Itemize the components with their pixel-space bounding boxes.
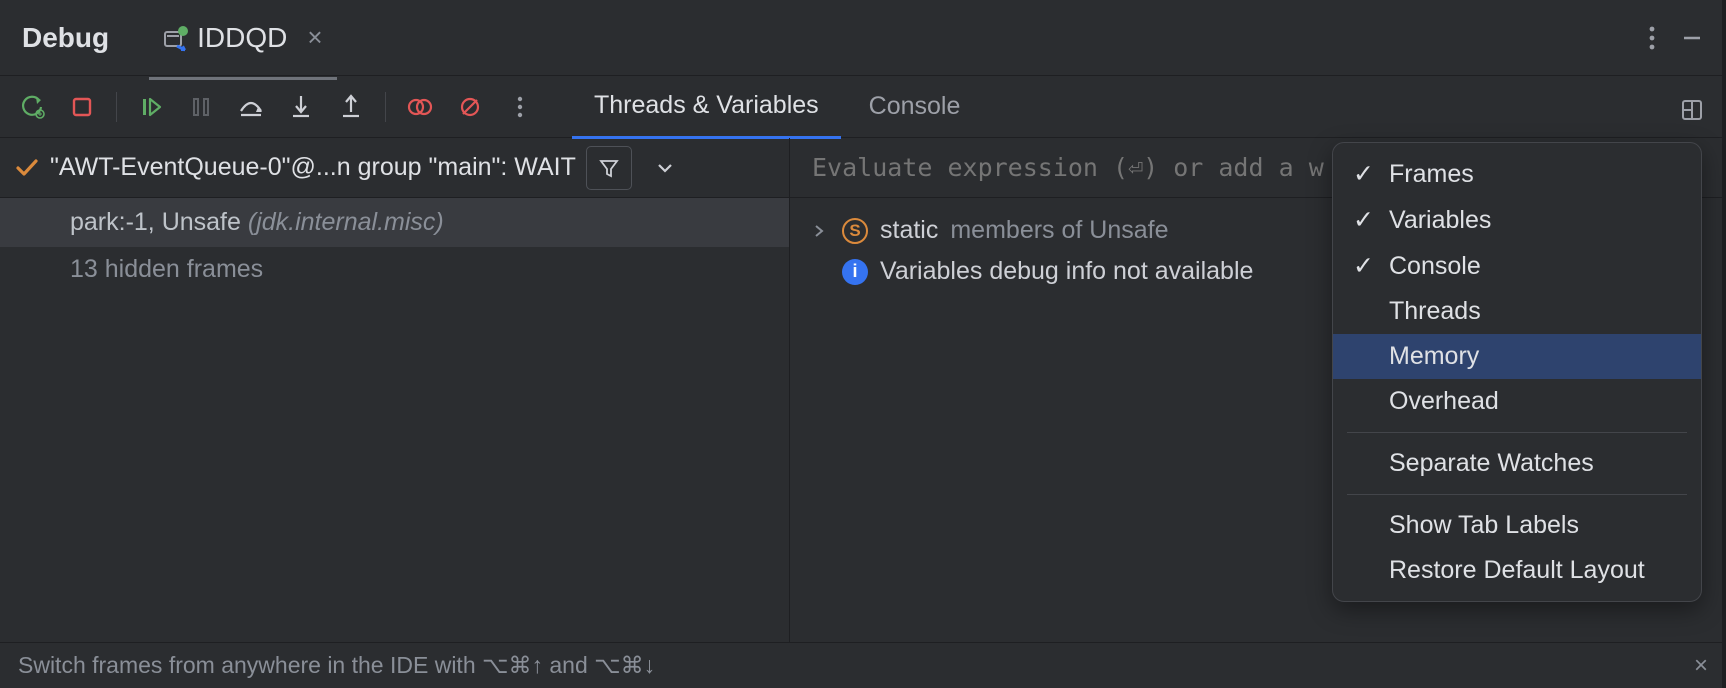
minimize-icon[interactable] bbox=[1670, 20, 1714, 56]
popup-label: Separate Watches bbox=[1389, 449, 1594, 478]
stop-button[interactable] bbox=[60, 85, 104, 129]
resume-button[interactable] bbox=[129, 85, 173, 129]
layout-popup: ✓ Frames ✓ Variables ✓ Console Threads M… bbox=[1332, 142, 1702, 602]
separator bbox=[116, 92, 117, 122]
thread-check-icon bbox=[14, 155, 40, 181]
frame-method: park:-1, Unsafe bbox=[70, 208, 241, 236]
popup-label: Restore Default Layout bbox=[1389, 556, 1645, 585]
popup-label: Variables bbox=[1389, 206, 1491, 235]
popup-item-separate-watches[interactable]: Separate Watches bbox=[1333, 441, 1701, 486]
tab-console[interactable]: Console bbox=[847, 76, 983, 137]
popup-item-restore-layout[interactable]: Restore Default Layout bbox=[1333, 548, 1701, 593]
run-config-tab[interactable]: IDDQD × bbox=[149, 14, 336, 62]
mute-breakpoints-button[interactable] bbox=[448, 85, 492, 129]
tool-window-header: Debug IDDQD × bbox=[0, 0, 1726, 76]
popup-item-frames[interactable]: ✓ Frames bbox=[1333, 151, 1701, 197]
chevron-down-icon[interactable] bbox=[642, 146, 688, 190]
info-text: Variables debug info not available bbox=[880, 257, 1253, 286]
info-badge-icon: i bbox=[842, 259, 868, 285]
frames-list[interactable]: park:-1, Unsafe (jdk.internal.misc) 13 h… bbox=[0, 198, 789, 642]
static-rest: members of Unsafe bbox=[950, 216, 1168, 245]
status-tip: Switch frames from anywhere in the IDE w… bbox=[18, 652, 655, 679]
popup-item-overhead[interactable]: Overhead bbox=[1333, 379, 1701, 424]
popup-label: Memory bbox=[1389, 342, 1479, 371]
static-label: static bbox=[880, 216, 938, 245]
step-over-button[interactable] bbox=[229, 85, 273, 129]
thread-selector[interactable]: "AWT-EventQueue-0"@...n group "main": WA… bbox=[0, 138, 789, 198]
chevron-right-icon[interactable] bbox=[812, 224, 830, 238]
debug-toolbar: Threads & Variables Console bbox=[0, 76, 1726, 138]
run-config-icon bbox=[163, 26, 187, 50]
popup-item-threads[interactable]: Threads bbox=[1333, 289, 1701, 334]
close-tab-icon[interactable]: × bbox=[307, 22, 322, 53]
debug-main: "AWT-EventQueue-0"@...n group "main": WA… bbox=[0, 138, 1726, 642]
pause-button[interactable] bbox=[179, 85, 223, 129]
popup-item-variables[interactable]: ✓ Variables bbox=[1333, 197, 1701, 243]
tab-threads-variables[interactable]: Threads & Variables bbox=[572, 75, 841, 139]
static-badge-icon: S bbox=[842, 218, 868, 244]
tool-window-title: Debug bbox=[22, 22, 109, 54]
check-icon: ✓ bbox=[1353, 205, 1375, 235]
popup-label: Console bbox=[1389, 252, 1481, 281]
popup-separator bbox=[1347, 432, 1687, 433]
rerun-button[interactable] bbox=[10, 85, 54, 129]
popup-label: Frames bbox=[1389, 160, 1474, 189]
thread-name: "AWT-EventQueue-0"@...n group "main": WA… bbox=[50, 153, 576, 182]
popup-item-memory[interactable]: Memory bbox=[1333, 334, 1701, 379]
frames-panel: "AWT-EventQueue-0"@...n group "main": WA… bbox=[0, 138, 790, 642]
close-tip-icon[interactable]: × bbox=[1694, 652, 1708, 680]
more-options-icon[interactable] bbox=[1634, 20, 1670, 56]
frame-location: (jdk.internal.misc) bbox=[248, 208, 444, 236]
run-config-name: IDDQD bbox=[197, 22, 287, 54]
hidden-frames-label[interactable]: 13 hidden frames bbox=[0, 247, 789, 292]
step-into-button[interactable] bbox=[279, 85, 323, 129]
popup-item-show-tab-labels[interactable]: Show Tab Labels bbox=[1333, 503, 1701, 548]
filter-icon[interactable] bbox=[586, 146, 632, 190]
popup-label: Show Tab Labels bbox=[1389, 511, 1579, 540]
step-out-button[interactable] bbox=[329, 85, 373, 129]
check-icon: ✓ bbox=[1353, 159, 1375, 189]
layout-settings-icon[interactable] bbox=[1674, 92, 1710, 128]
popup-label: Threads bbox=[1389, 297, 1481, 326]
view-breakpoints-button[interactable] bbox=[398, 85, 442, 129]
popup-label: Overhead bbox=[1389, 387, 1499, 416]
status-bar: Switch frames from anywhere in the IDE w… bbox=[0, 642, 1726, 688]
popup-item-console[interactable]: ✓ Console bbox=[1333, 243, 1701, 289]
variables-panel: S static members of Unsafe i Variables d… bbox=[790, 138, 1726, 642]
right-edge bbox=[1722, 0, 1726, 688]
frame-row[interactable]: park:-1, Unsafe (jdk.internal.misc) bbox=[0, 198, 789, 247]
more-debug-icon[interactable] bbox=[498, 85, 542, 129]
popup-separator bbox=[1347, 494, 1687, 495]
separator bbox=[385, 92, 386, 122]
check-icon: ✓ bbox=[1353, 251, 1375, 281]
